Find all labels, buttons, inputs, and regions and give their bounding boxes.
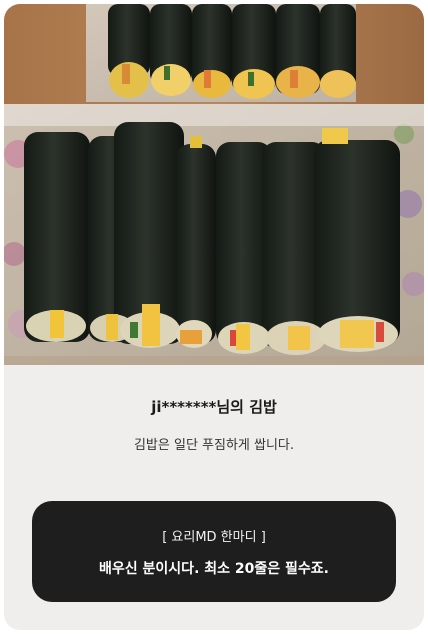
md-comment-box: [ 요리MD 한마디 ] 배우신 분이시다. 최소 20줄은 필수죠. (32, 501, 396, 602)
kimbap-photo (4, 4, 424, 365)
md-comment-text: 배우신 분이시다. 최소 20줄은 필수죠. (99, 561, 329, 577)
review-description: 김밥은 일단 푸짐하게 쌉니다. (133, 438, 295, 453)
review-author-title: ji*******님의 김밥 (151, 398, 277, 416)
md-comment-title: [ 요리MD 한마디 ] (162, 530, 266, 545)
review-card: ji*******님의 김밥 김밥은 일단 푸짐하게 쌉니다. [ 요리MD 한… (4, 4, 424, 630)
